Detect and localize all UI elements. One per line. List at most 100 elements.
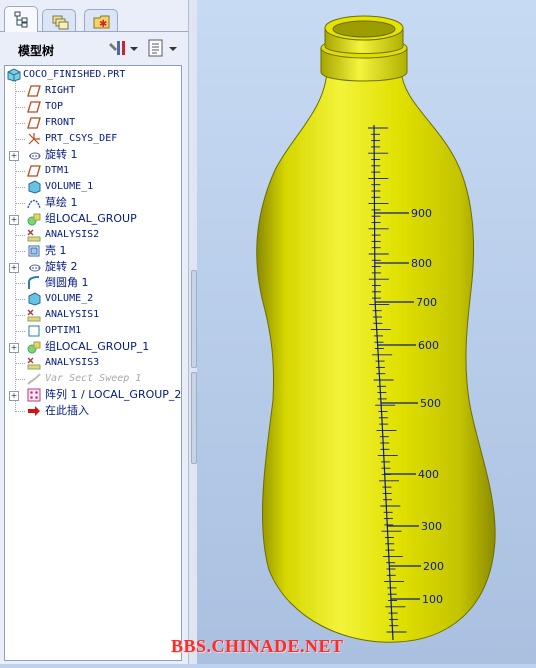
tree-item[interactable]: TOP [5,99,181,115]
tree-item[interactable]: 壳 1 [5,243,181,259]
scale-label: 500 [420,397,441,410]
tree-item[interactable]: 在此插入 [5,403,181,419]
scale-label: 300 [421,520,442,533]
part-icon [7,68,21,82]
tree-item-label: 壳 1 [45,244,67,257]
tree-item-label: 组LOCAL_GROUP [45,212,137,225]
scale-label: 900 [411,207,432,220]
panel-title: 模型树 [18,44,55,58]
revolve-icon [29,152,41,160]
svg-text:✱: ✱ [99,19,107,30]
tree-item[interactable]: + 旋转 2 [5,259,181,275]
model-tree-header: 模型树 [0,34,196,64]
tree-item-label: ANALYSIS1 [45,309,100,320]
tree-item-label: 在此插入 [45,404,89,417]
datum-plane-icon [27,85,41,97]
sweep-icon [27,373,41,385]
tree-item-label: 草绘 1 [45,196,78,209]
datum-plane-icon [27,117,41,129]
tree-item-label: PRT_CSYS_DEF [45,133,118,144]
scale-label: 100 [422,593,443,606]
tree-item[interactable]: + 组LOCAL_GROUP [5,211,181,227]
list-icon [148,39,177,57]
bottle-body [256,69,496,643]
expand-toggle-icon[interactable]: + [9,263,19,273]
tree-item-label: OPTIM1 [45,325,82,336]
tree-item[interactable]: VOLUME_2 [5,291,181,307]
watermark: BBS.CHINADE.NET [171,636,344,656]
tree-item-label: TOP [45,101,64,112]
tools-icon [109,41,138,55]
pattern-icon [27,388,41,402]
tree-item[interactable]: + 旋转 1 [5,147,181,163]
favorites-tab[interactable]: ✱ [84,9,118,31]
tree-settings-button[interactable] [108,37,140,59]
volume-icon [28,180,41,194]
layers-tab[interactable] [42,9,76,31]
scale-label: 600 [418,339,439,352]
layers-icon [52,15,69,30]
model-tree-tab[interactable] [4,6,38,32]
shell-icon [28,245,40,257]
analysis-icon [27,309,41,322]
tree-item[interactable]: DTM1 [5,163,181,179]
revolve-icon [29,264,41,272]
tree-item-label: Var Sect Sweep 1 [45,373,142,384]
folder-star-icon: ✱ [93,15,110,30]
tree-item[interactable]: RIGHT [5,83,181,99]
tree-item-label: 阵列 1 / LOCAL_GROUP_2 [45,388,182,401]
analysis-icon [27,229,41,242]
datum-plane-icon [27,101,41,113]
tree-item-label: RIGHT [45,85,76,96]
tree-item[interactable]: + 阵列 1 / LOCAL_GROUP_2 [5,387,181,403]
tree-item-label: FRONT [45,117,76,128]
analysis-icon [27,357,41,370]
expand-toggle-icon[interactable]: + [9,215,19,225]
tree-item[interactable]: PRT_CSYS_DEF [5,131,181,147]
optim-icon [28,325,40,337]
tree-item[interactable]: 倒圆角 1 [5,275,181,291]
panel-tabs: ✱ [0,6,196,32]
tree-item-label: VOLUME_2 [45,293,94,304]
tree-item[interactable]: FRONT [5,115,181,131]
model-tree-icon [14,11,28,28]
tree-item[interactable]: ANALYSIS1 [5,307,181,323]
volume-icon [28,292,41,306]
tree-item[interactable]: Var Sect Sweep 1 [5,371,181,387]
graphics-window[interactable]: 900 800 700 600 500 400 300 200 100 BBS.CHINADE.… [171,0,536,664]
tree-item-label: 组LOCAL_GROUP_1 [45,340,150,353]
tree-item-label: ANALYSIS3 [45,357,100,368]
round-icon [28,276,40,289]
scale-label: 700 [416,296,437,309]
tree-item-label: 旋转 2 [45,260,78,273]
datum-plane-icon [27,165,41,177]
tree-item-label: DTM1 [45,165,70,176]
tree-item[interactable]: ANALYSIS3 [5,355,181,371]
tree-item[interactable]: VOLUME_1 [5,179,181,195]
tree-item-label: ANALYSIS2 [45,229,100,240]
tree-item-label: VOLUME_1 [45,181,94,192]
bottle-opening [332,20,396,38]
tree-item[interactable]: + 组LOCAL_GROUP_1 [5,339,181,355]
scale-label: 200 [423,560,444,573]
group-icon [27,213,41,226]
tree-root-label: COCO_FINISHED.PRT [23,69,126,80]
panel-splitter[interactable] [188,0,197,664]
bottle-model[interactable]: 900 800 700 600 500 400 300 200 100 [197,0,536,664]
tree-item[interactable]: OPTIM1 [5,323,181,339]
group-icon [27,341,41,354]
scale-label: 400 [418,468,439,481]
csys-icon [28,133,40,145]
expand-toggle-icon[interactable]: + [9,151,19,161]
sketch-icon [27,199,41,209]
insert-here-arrow-icon [28,406,40,416]
model-tree: COCO_FINISHED.PRT RIGHT TOP FRONT PRT_CSYS_… [4,65,182,661]
scale-label: 800 [411,257,432,270]
tree-item-label: 旋转 1 [45,148,78,161]
show-menu-button[interactable] [146,37,180,59]
expand-toggle-icon[interactable]: + [9,343,19,353]
tree-item-label: 倒圆角 1 [45,276,89,289]
tree-item[interactable]: ANALYSIS2 [5,227,181,243]
tree-item[interactable]: 草绘 1 [5,195,181,211]
expand-toggle-icon[interactable]: + [9,391,19,401]
